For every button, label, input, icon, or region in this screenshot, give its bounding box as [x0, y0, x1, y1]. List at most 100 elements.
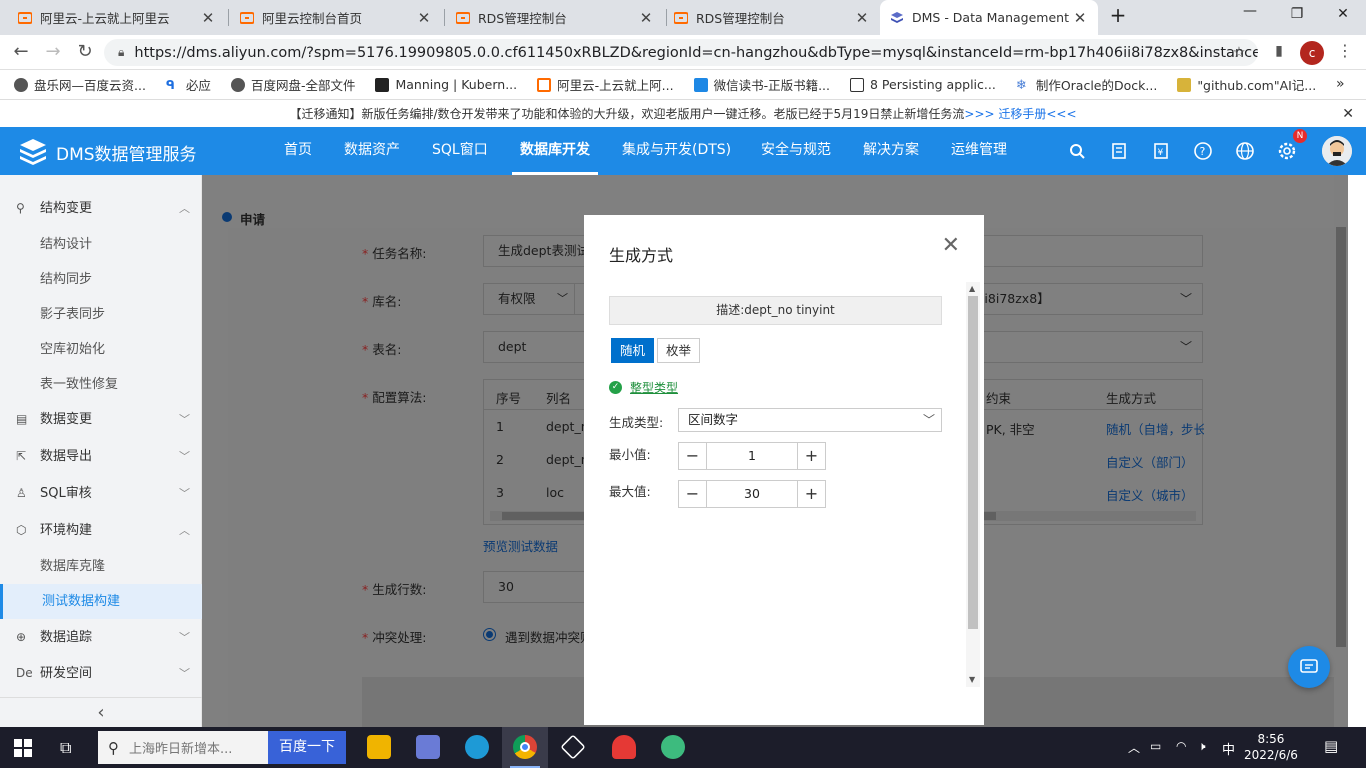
- edge-icon[interactable]: [465, 735, 489, 759]
- scroll-up-icon[interactable]: ▲: [969, 284, 975, 293]
- floating-assistant-button[interactable]: [1288, 646, 1330, 688]
- taskbar-clock[interactable]: 8:56 2022/6/6: [1244, 731, 1298, 763]
- windows-start-icon[interactable]: [14, 739, 32, 761]
- tray-expand-icon[interactable]: ︿: [1128, 739, 1140, 756]
- taskbar-search-input[interactable]: ⚲ 上海昨日新增本...: [98, 731, 268, 764]
- nav-data-assets[interactable]: 数据资产: [344, 127, 400, 175]
- nav-home[interactable]: 首页: [284, 127, 312, 175]
- back-icon[interactable]: ←: [10, 41, 32, 62]
- sidebar-item-data-export[interactable]: ⇱ 数据导出 ﹀: [0, 439, 202, 474]
- sidebar-item-empty-db-init[interactable]: 空库初始化: [0, 332, 202, 367]
- close-notice-icon[interactable]: ✕: [1342, 101, 1354, 127]
- bookmark-item[interactable]: 阿里云-上云就上阿...: [537, 75, 674, 94]
- tab-random[interactable]: 随机: [611, 338, 655, 363]
- settings-gear-icon[interactable]: [1276, 140, 1298, 162]
- browser-tab[interactable]: RDS管理控制台 ✕: [664, 0, 880, 35]
- nav-db-dev[interactable]: 数据库开发: [512, 127, 598, 175]
- nav-ops[interactable]: 运维管理: [951, 127, 1007, 175]
- sidebar-item-data-trace[interactable]: ⊕ 数据追踪 ﹀: [0, 620, 202, 655]
- sidebar-item-db-clone[interactable]: 数据库克隆: [0, 549, 202, 584]
- forward-icon[interactable]: →: [42, 41, 64, 62]
- db-permission-select[interactable]: 有权限 ﹀: [483, 283, 575, 315]
- help-icon[interactable]: ?: [1192, 140, 1214, 162]
- sidebar-item-structure-change[interactable]: ⚲ 结构变更 ︿: [0, 191, 202, 226]
- close-tab-icon[interactable]: ✕: [416, 9, 432, 27]
- scroll-down-icon[interactable]: ▼: [969, 675, 975, 684]
- gen-method-link[interactable]: 随机（自增，步长: [1106, 419, 1204, 438]
- close-tab-icon[interactable]: ✕: [854, 9, 870, 27]
- browser-tab[interactable]: 阿里云控制台首页 ✕: [230, 0, 442, 35]
- increment-button[interactable]: +: [798, 443, 825, 469]
- network-app-icon[interactable]: [416, 735, 440, 759]
- wifi-icon[interactable]: ◠: [1176, 739, 1186, 753]
- virtualbox-icon[interactable]: [560, 734, 586, 760]
- browser-tab[interactable]: 阿里云-上云就上阿里云 ✕: [8, 0, 226, 35]
- nav-dts[interactable]: 集成与开发(DTS): [622, 127, 731, 175]
- close-tab-icon[interactable]: ✕: [200, 9, 216, 27]
- redis-icon[interactable]: [612, 735, 636, 759]
- sidebar-item-sql-audit[interactable]: ♙ SQL审核 ﹀: [0, 476, 202, 511]
- sidebar-item-dev-space[interactable]: De 研发空间 ﹀: [0, 656, 202, 691]
- volume-icon[interactable]: 🕨︎: [1198, 739, 1206, 754]
- sidebar-item-env-build[interactable]: ⬡ 环境构建 ︿: [0, 513, 202, 548]
- gen-method-link[interactable]: 自定义（部门）: [1106, 452, 1194, 471]
- bookmark-item[interactable]: 微信读书-正版书籍...: [693, 75, 830, 94]
- app-icon[interactable]: [661, 735, 685, 759]
- browser-tab[interactable]: RDS管理控制台 ✕: [446, 0, 664, 35]
- new-tab-button[interactable]: +: [1108, 3, 1128, 27]
- sidebar-collapse-button[interactable]: ‹: [0, 697, 202, 727]
- close-icon[interactable]: ✕: [942, 233, 960, 258]
- ime-indicator[interactable]: 中: [1222, 739, 1235, 758]
- bookmark-item[interactable]: 8 Persisting applic...: [850, 77, 996, 92]
- bookmark-item[interactable]: ᑫ 必应: [166, 75, 211, 94]
- bookmark-item[interactable]: 百度网盘-全部文件: [230, 75, 355, 94]
- profile-avatar[interactable]: c: [1300, 41, 1324, 65]
- preview-test-data-link[interactable]: 预览测试数据: [483, 536, 558, 555]
- bookmarks-more-button[interactable]: »: [1336, 76, 1345, 92]
- sidebar-item-data-change[interactable]: ▤ 数据变更 ﹀: [0, 402, 202, 437]
- min-value-input[interactable]: 1: [706, 443, 798, 469]
- dialog-scrollbar[interactable]: ▲ ▼: [966, 282, 980, 687]
- url-input[interactable]: 🔒︎ https://dms.aliyun.com/?spm=5176.1990…: [104, 39, 1258, 66]
- search-icon[interactable]: [1066, 140, 1088, 162]
- conflict-radio[interactable]: [483, 628, 496, 641]
- nav-solutions[interactable]: 解决方案: [863, 127, 919, 175]
- task-view-icon[interactable]: ⧉: [60, 738, 71, 758]
- nav-security[interactable]: 安全与规范: [761, 127, 831, 175]
- user-avatar[interactable]: [1322, 136, 1352, 166]
- close-tab-icon[interactable]: ✕: [1072, 9, 1088, 27]
- bookmark-star-icon[interactable]: ☆: [1228, 43, 1250, 61]
- sidebar-item-structure-design[interactable]: 结构设计: [0, 227, 202, 262]
- notifications-icon[interactable]: ▤: [1324, 737, 1338, 755]
- migration-guide-link[interactable]: >>> 迁移手册<<<: [964, 107, 1076, 121]
- menu-icon[interactable]: ⋮: [1334, 41, 1356, 60]
- gen-type-select[interactable]: 区间数字 ﹀: [678, 408, 942, 432]
- language-globe-icon[interactable]: [1234, 140, 1256, 162]
- decrement-button[interactable]: −: [679, 443, 706, 469]
- tab-enum[interactable]: 枚举: [657, 338, 701, 363]
- close-tab-icon[interactable]: ✕: [638, 9, 654, 27]
- sidebar-item-structure-sync[interactable]: 结构同步: [0, 262, 202, 297]
- chrome-taskbar-item[interactable]: [502, 727, 548, 768]
- gen-method-link[interactable]: 自定义（城市）: [1106, 485, 1194, 504]
- close-window-icon[interactable]: ✕: [1333, 6, 1353, 22]
- max-value-input[interactable]: 30: [706, 481, 798, 507]
- minimize-icon[interactable]: —: [1240, 3, 1260, 19]
- nav-sql-window[interactable]: SQL窗口: [432, 127, 488, 175]
- cost-icon[interactable]: ¥: [1150, 140, 1172, 162]
- baidu-search-button[interactable]: 百度一下: [268, 731, 346, 764]
- browser-tab-active[interactable]: DMS - Data Management ✕: [880, 0, 1098, 35]
- reload-icon[interactable]: ↻: [74, 41, 96, 62]
- maximize-icon[interactable]: ❐: [1287, 6, 1307, 22]
- sidebar-item-test-data-build[interactable]: 测试数据构建: [0, 584, 202, 619]
- page-scrollbar[interactable]: [1334, 175, 1348, 727]
- decrement-button[interactable]: −: [679, 481, 706, 507]
- ticket-icon[interactable]: [1108, 140, 1130, 162]
- sidebar-item-shadow-sync[interactable]: 影子表同步: [0, 297, 202, 332]
- side-panel-icon[interactable]: ▮: [1268, 43, 1290, 59]
- bookmark-item[interactable]: Manning | Kubern...: [375, 77, 517, 92]
- sidebar-item-table-repair[interactable]: 表一致性修复: [0, 367, 202, 402]
- battery-icon[interactable]: ▭: [1150, 739, 1161, 753]
- file-explorer-icon[interactable]: [367, 735, 391, 759]
- increment-button[interactable]: +: [798, 481, 825, 507]
